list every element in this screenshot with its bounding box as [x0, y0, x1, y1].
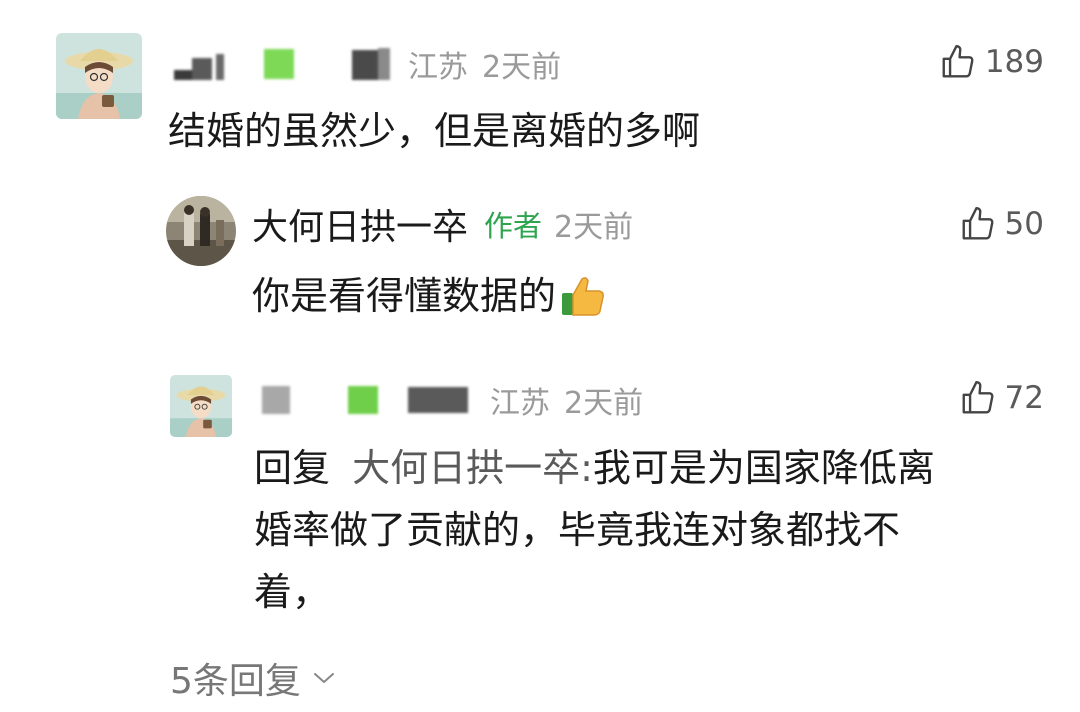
- commenter-name-redacted[interactable]: [170, 44, 240, 84]
- reply-prefix: 回复: [254, 446, 331, 490]
- commenter-location: 江苏: [408, 50, 468, 85]
- second-reply-line-3: 着，: [254, 570, 331, 614]
- chevron-down-icon: [313, 673, 334, 683]
- second-reply-line-2: 婚率做了贡献的，毕竟我连对象都找不: [254, 508, 901, 552]
- thumbs-up-emoji-icon: [562, 277, 604, 316]
- author-badge: 作者: [484, 209, 543, 243]
- comment-like-button[interactable]: 189: [939, 40, 1044, 84]
- more-replies-label: 5条回复: [170, 661, 301, 702]
- second-reply-line-1: 回复 大何日拱一卒:我可是为国家降低离: [254, 437, 935, 499]
- author-reply-time: 2天前: [554, 210, 634, 245]
- author-reply-text: 你是看得懂数据的: [252, 265, 606, 327]
- comment-like-count: 189: [984, 44, 1044, 80]
- author-reply-text-body: 你是看得懂数据的: [252, 274, 557, 318]
- comment-text: 结婚的虽然少，但是离婚的多啊: [168, 109, 701, 153]
- second-reply-name-redacted[interactable]: [262, 386, 290, 414]
- author-name[interactable]: 大何日拱一卒: [252, 198, 468, 250]
- thumbs-up-icon: [962, 380, 994, 414]
- commenter-badge-redacted: [264, 49, 294, 79]
- second-reply-text-part-1: 我可是为国家降低离: [592, 446, 935, 490]
- commenter-tag-redacted: [352, 48, 390, 80]
- reply-target-name[interactable]: 大何日拱一卒:: [352, 446, 593, 490]
- second-reply-avatar[interactable]: [170, 375, 232, 437]
- author-reply-like-button[interactable]: 50: [959, 202, 1044, 246]
- second-reply-time: 2天前: [564, 386, 644, 421]
- more-replies-button[interactable]: 5条回复: [170, 652, 335, 704]
- second-reply-location: 江苏: [490, 386, 550, 421]
- comment-time: 2天前: [482, 50, 562, 85]
- author-avatar[interactable]: [166, 196, 236, 266]
- commenter-name-row: 江苏 2天前: [170, 40, 561, 88]
- commenter-avatar[interactable]: [56, 33, 142, 119]
- second-reply-name-row: 江苏 2天前: [262, 376, 643, 424]
- second-reply-tag-redacted: [408, 387, 468, 413]
- second-reply-like-count: 72: [1004, 380, 1044, 416]
- author-name-row: 大何日拱一卒 作者 2天前: [252, 200, 633, 248]
- second-reply-badge-redacted: [348, 386, 378, 414]
- second-reply-like-button[interactable]: 72: [959, 376, 1044, 420]
- author-reply-like-count: 50: [1004, 206, 1044, 242]
- thumbs-up-icon: [942, 44, 974, 78]
- thumbs-up-icon: [962, 206, 994, 240]
